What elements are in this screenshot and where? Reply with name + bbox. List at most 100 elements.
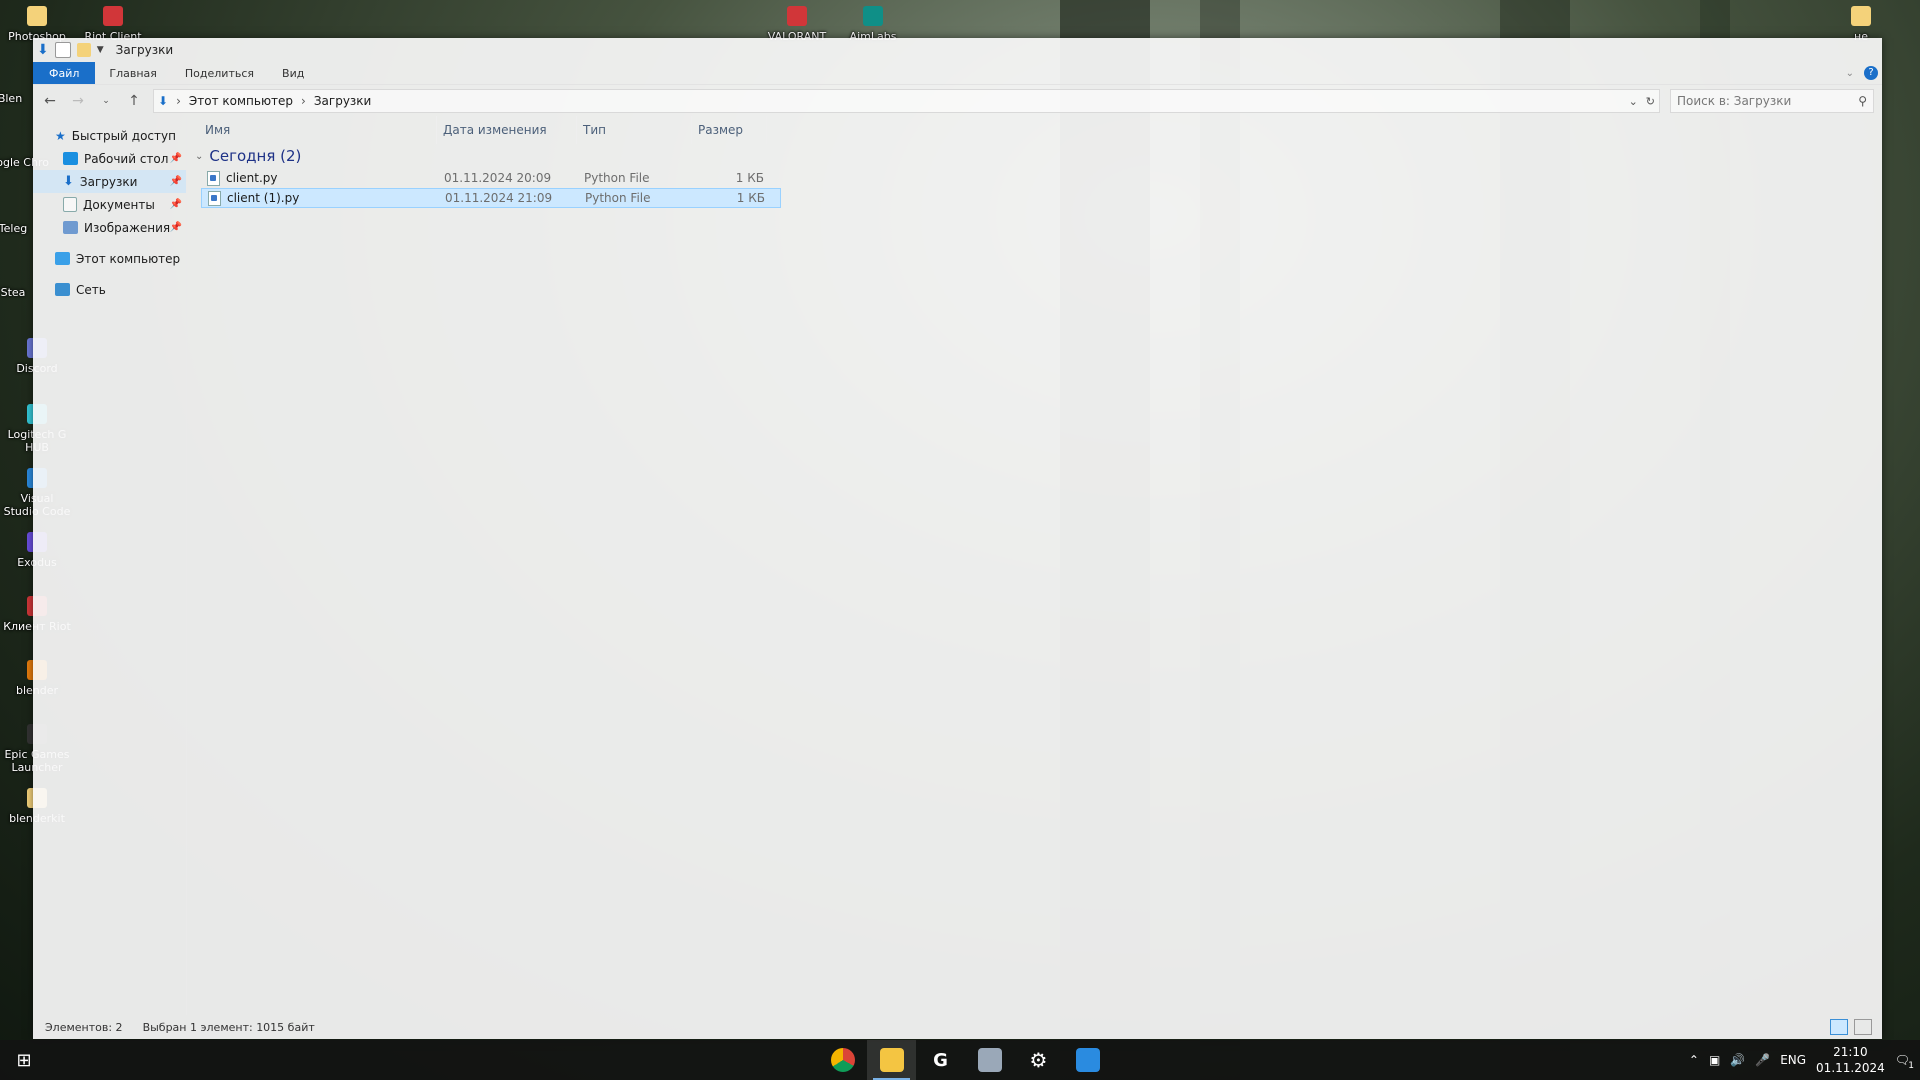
star-icon: ★ — [55, 128, 66, 143]
taskbar-file-explorer[interactable] — [867, 1040, 916, 1080]
explorer-window: ⬇ ▼ Загрузки Файл Главная Поделиться Вид… — [33, 38, 1882, 1039]
title-bar: ⬇ ▼ Загрузки — [33, 38, 1882, 62]
address-history-icon[interactable]: ⌄ — [1629, 95, 1638, 108]
item-count: Элементов: 2 — [45, 1020, 123, 1034]
desktop-icon-label: Blen — [0, 92, 23, 105]
network-tray-icon[interactable]: ▣ — [1709, 1053, 1720, 1067]
tab-home[interactable]: Главная — [95, 62, 171, 84]
clock[interactable]: 21:10 01.11.2024 — [1816, 1044, 1885, 1076]
riot-icon — [103, 6, 123, 26]
recent-locations-icon[interactable]: ⌄ — [97, 96, 115, 106]
nav-item-desktop[interactable]: Рабочий стол 📌 — [33, 147, 186, 170]
group-label: Сегодня (2) — [209, 147, 302, 165]
address-row: ← → ⌄ ↑ ⬇ › Этот компьютер › Загрузки ⌄ … — [33, 85, 1882, 117]
taskbar-chrome[interactable] — [818, 1040, 867, 1080]
pin-icon[interactable]: 📌 — [170, 222, 182, 233]
taskbar-settings[interactable]: ⚙ — [1014, 1040, 1063, 1080]
taskbar-printer[interactable] — [965, 1040, 1014, 1080]
start-button[interactable]: ⊞ — [0, 1050, 48, 1071]
nav-quick-access[interactable]: ★ Быстрый доступ — [33, 124, 186, 147]
chevron-up-icon[interactable]: ⌃ — [1689, 1053, 1699, 1067]
details-view-icon[interactable] — [1830, 1019, 1848, 1035]
chevron-right-icon[interactable]: › — [176, 94, 181, 108]
nav-label: Загрузки — [79, 174, 138, 189]
tab-share[interactable]: Поделиться — [171, 62, 268, 84]
pin-icon[interactable]: 📌 — [170, 199, 182, 210]
customize-quick-access-icon[interactable]: ▼ — [97, 45, 104, 55]
file-size: 1 КБ — [735, 171, 764, 185]
column-name[interactable]: Имя — [187, 116, 437, 144]
ribbon: Файл Главная Поделиться Вид ⌄ ? — [33, 62, 1882, 85]
group-header-today[interactable]: ⌄ Сегодня (2) — [187, 144, 1882, 168]
up-icon[interactable]: ↑ — [125, 93, 143, 109]
breadcrumb-downloads[interactable]: Загрузки — [314, 94, 372, 108]
taskbar: ⊞ G ⚙ ⌃ ▣ 🔊 🎤 ENG 21:10 01.11.2024 � — [0, 1040, 1920, 1080]
search-input[interactable]: Поиск в: Загрузки ⚲ — [1670, 89, 1874, 113]
chrome-icon — [830, 1048, 855, 1072]
tab-file[interactable]: Файл — [33, 62, 96, 84]
computer-icon — [55, 252, 70, 265]
file-type: Python File — [584, 171, 650, 185]
nav-label: Этот компьютер — [76, 251, 181, 266]
file-row[interactable]: client.py 01.11.2024 20:09 Python File 1… — [201, 168, 781, 188]
file-name: client (1).py — [227, 190, 300, 205]
taskbar-vscode[interactable] — [1063, 1040, 1112, 1080]
clock-time: 21:10 — [1833, 1045, 1868, 1059]
nav-label: Документы — [83, 197, 155, 212]
large-icons-view-icon[interactable] — [1854, 1019, 1872, 1035]
system-tray: ⌃ ▣ 🔊 🎤 ENG 21:10 01.11.2024 🗨 1 — [1689, 1040, 1920, 1080]
search-icon[interactable]: ⚲ — [1858, 94, 1867, 108]
refresh-icon[interactable]: ↻ — [1646, 95, 1655, 108]
taskbar-logitech[interactable]: G — [916, 1040, 965, 1080]
desktop-icon-label: Teleg — [0, 222, 28, 235]
downloads-location-icon: ⬇ — [158, 94, 169, 108]
tab-view[interactable]: Вид — [268, 62, 318, 84]
folder-icon — [27, 6, 47, 26]
vscode-icon — [1075, 1048, 1100, 1072]
nav-item-downloads[interactable]: ⬇ Загрузки 📌 — [33, 170, 186, 193]
downloads-arrow-icon: ⬇ — [37, 42, 49, 58]
logitech-g-icon: G — [933, 1049, 948, 1071]
new-folder-icon[interactable] — [76, 43, 91, 57]
python-file-icon — [207, 170, 220, 186]
chevron-right-icon[interactable]: › — [301, 94, 306, 108]
nav-network[interactable]: Сеть — [33, 278, 186, 301]
chevron-down-icon[interactable]: ⌄ — [195, 151, 203, 162]
aimlabs-icon — [863, 6, 883, 26]
column-size[interactable]: Размер — [692, 116, 767, 144]
column-date-modified[interactable]: Дата изменения — [437, 116, 577, 144]
column-type[interactable]: Тип — [577, 116, 692, 144]
microphone-icon[interactable]: 🎤 — [1755, 1053, 1770, 1067]
nav-label: Изображения — [84, 220, 171, 235]
file-explorer-icon — [879, 1048, 904, 1072]
nav-item-documents[interactable]: Документы 📌 — [33, 193, 186, 216]
file-list: Имя Дата изменения Тип Размер ⌄ Сегодня … — [187, 116, 1882, 1015]
address-bar[interactable]: ⬇ › Этот компьютер › Загрузки ⌄ ↻ — [153, 89, 1660, 113]
forward-icon[interactable]: → — [69, 93, 87, 109]
breadcrumb-this-pc[interactable]: Этот компьютер — [189, 94, 293, 108]
language-indicator[interactable]: ENG — [1780, 1053, 1806, 1067]
notifications-icon[interactable]: 🗨 1 — [1895, 1053, 1914, 1071]
python-file-icon — [208, 190, 221, 206]
navigation-pane: ★ Быстрый доступ Рабочий стол 📌 ⬇ Загруз… — [33, 116, 187, 1015]
network-icon — [55, 283, 70, 296]
properties-icon[interactable] — [54, 42, 71, 58]
pictures-icon — [63, 221, 78, 234]
pin-icon[interactable]: 📌 — [170, 176, 182, 187]
notification-count: 1 — [1908, 1061, 1914, 1071]
help-icon[interactable]: ? — [1864, 66, 1878, 80]
file-row-selected[interactable]: client (1).py 01.11.2024 21:09 Python Fi… — [201, 188, 781, 208]
nav-this-pc[interactable]: Этот компьютер — [33, 247, 186, 270]
volume-icon[interactable]: 🔊 — [1730, 1053, 1745, 1067]
main-area: ★ Быстрый доступ Рабочий стол 📌 ⬇ Загруз… — [33, 116, 1882, 1015]
status-bar: Элементов: 2 Выбран 1 элемент: 1015 байт — [33, 1015, 1882, 1039]
desktop-icon-label: Stea — [0, 286, 26, 299]
folder-icon — [1851, 6, 1871, 26]
expand-ribbon-icon[interactable]: ⌄ — [1846, 68, 1854, 79]
valorant-icon — [787, 6, 807, 26]
pin-icon[interactable]: 📌 — [170, 153, 182, 164]
back-icon[interactable]: ← — [41, 93, 59, 109]
search-placeholder: Поиск в: Загрузки — [1677, 94, 1792, 108]
nav-item-pictures[interactable]: Изображения 📌 — [33, 216, 186, 239]
file-name: client.py — [226, 170, 278, 185]
